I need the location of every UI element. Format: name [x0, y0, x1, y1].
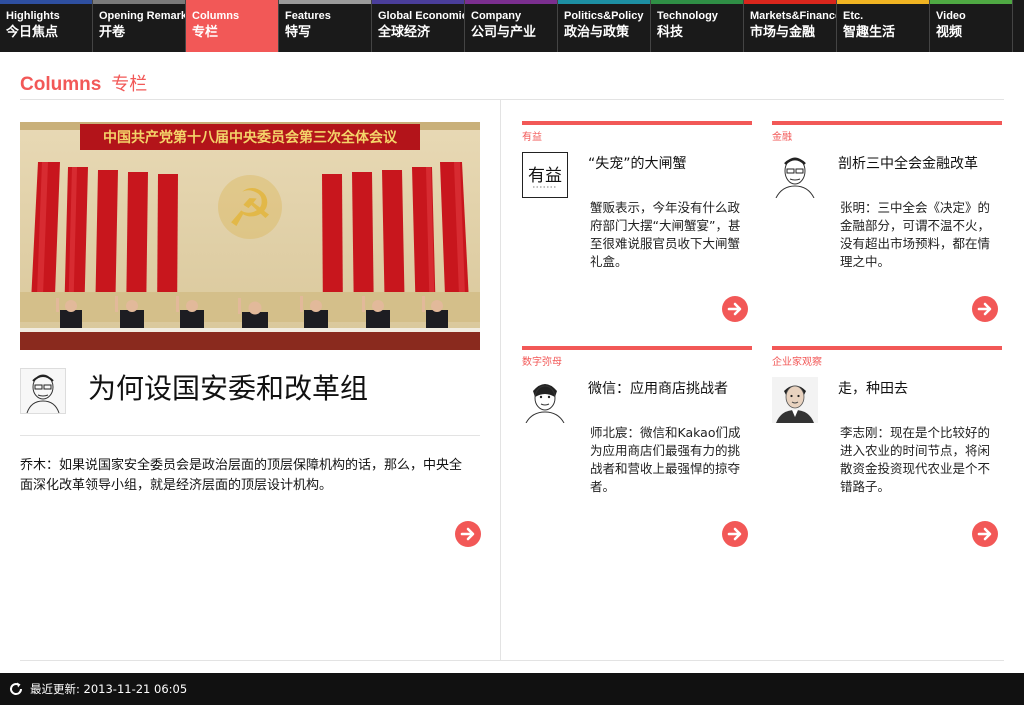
- card-accent-bar: [772, 346, 1002, 350]
- column-tag[interactable]: 企业家观察: [772, 353, 822, 368]
- arrow-right-icon: [727, 527, 742, 541]
- nav-tab-label-en: Video: [936, 10, 966, 22]
- refresh-icon[interactable]: [8, 681, 24, 697]
- nav-tab-color-bar: [0, 0, 92, 4]
- column-divider: [500, 100, 501, 660]
- nav-tab-color-bar: [744, 0, 836, 4]
- card-accent-bar: [522, 346, 752, 350]
- svg-text:☭: ☭: [227, 179, 274, 239]
- column-tag[interactable]: 有益: [522, 128, 542, 143]
- nav-tab[interactable]: Global Economics 全球经济: [372, 0, 465, 52]
- card-title[interactable]: 剖析三中全会金融改革: [838, 153, 978, 173]
- last-updated-text: 最近更新: 2013-11-21 06:05: [30, 682, 188, 696]
- column-card[interactable]: 企业家观察 走，种田去 李志刚：现在是个比较好的进入农业的时间节点，将闲散资金投…: [772, 346, 1002, 566]
- read-more-button[interactable]: [722, 521, 748, 547]
- nav-tab-color-bar: [279, 0, 371, 4]
- nav-tab[interactable]: Columns 专栏: [186, 0, 279, 52]
- nav-tab-label-en: Highlights: [6, 10, 60, 22]
- nav-tab-label-en: Global Economics: [378, 10, 464, 22]
- read-more-button[interactable]: [722, 296, 748, 322]
- arrow-right-icon: [977, 302, 992, 316]
- nav-tab-label-en: Columns: [192, 10, 240, 22]
- feature-headline[interactable]: 为何设国安委和改革组: [88, 367, 368, 407]
- nav-tab[interactable]: Company 公司与产业: [465, 0, 558, 52]
- nav-tab-label-zh: 全球经济: [378, 25, 431, 40]
- nav-tab-color-bar: [372, 0, 464, 4]
- read-more-button[interactable]: [455, 521, 481, 547]
- nav-tab[interactable]: Video 视频: [930, 0, 1013, 52]
- arrow-right-icon: [977, 527, 992, 541]
- feature-summary: 乔木：如果说国家安全委员会是政治层面的顶层保障机构的话，那么，中央全面深化改革领…: [20, 458, 463, 493]
- nav-tab-color-bar: [93, 0, 185, 4]
- nav-tab-label-zh: 政治与政策: [564, 25, 630, 40]
- nav-tab-label-zh: 今日焦点: [6, 25, 59, 40]
- nav-tab-label-zh: 视频: [936, 25, 963, 40]
- youyi-logo-icon: 有益: [522, 152, 568, 198]
- nav-tab-label-en: Technology: [657, 10, 718, 22]
- columnist-avatar: [522, 377, 568, 424]
- nav-tab-label-zh: 开卷: [99, 25, 126, 40]
- column-tag[interactable]: 数字弥母: [522, 353, 562, 368]
- section-nav: Highlights 今日焦点 Opening Remarks 开卷 Columns 专栏…: [0, 0, 1024, 52]
- nav-tab-label-en: Opening Remarks: [99, 10, 185, 22]
- card-accent-bar: [522, 121, 752, 125]
- column-card[interactable]: 金融 剖析三中全会金融改革 张明：三中全会《决定》的金融部分，可谓不温不火，没有…: [772, 121, 1002, 341]
- column-tag[interactable]: 金融: [772, 128, 792, 143]
- nav-tab-label-en: Markets&Finance: [750, 10, 836, 22]
- nav-tab-label-zh: 专栏: [192, 25, 219, 40]
- card-summary: 李志刚：现在是个比较好的进入农业的时间节点，将闲散资金投资现代农业是个不错路子。: [840, 425, 991, 494]
- nav-tab-label-en: Features: [285, 10, 331, 22]
- nav-tab[interactable]: Highlights 今日焦点: [0, 0, 93, 52]
- columnist-avatar: [20, 368, 66, 414]
- logo-text: 有益: [528, 166, 562, 186]
- nav-tab-color-bar: [558, 0, 650, 4]
- nav-tab-color-bar: [465, 0, 557, 4]
- nav-tab-label-zh: 科技: [657, 25, 684, 40]
- card-summary: 师北宸：微信和Kakao们成为应用商店们最强有力的挑战者和营收上最强悍的掠夺者。: [590, 425, 741, 494]
- nav-tab-label-en: Politics&Policy: [564, 10, 644, 22]
- nav-tab-color-bar: [837, 0, 929, 4]
- divider: [20, 435, 480, 436]
- arrow-right-icon: [727, 302, 742, 316]
- nav-tab-label-zh: 公司与产业: [471, 25, 537, 40]
- nav-tab-label-en: Etc.: [843, 10, 864, 22]
- nav-tab-label-zh: 特写: [285, 25, 312, 40]
- read-more-button[interactable]: [972, 296, 998, 322]
- status-bar: 最近更新: 2013-11-21 06:05: [0, 673, 1024, 705]
- columnist-avatar: [772, 152, 818, 199]
- nav-tab-label-zh: 智趣生活: [843, 25, 896, 40]
- read-more-button[interactable]: [972, 521, 998, 547]
- nav-tab[interactable]: Opening Remarks 开卷: [93, 0, 186, 52]
- nav-tab[interactable]: Features 特写: [279, 0, 372, 52]
- nav-tab-color-bar: [930, 0, 1012, 4]
- section-title-en: Columns: [20, 74, 102, 95]
- nav-tab[interactable]: Etc. 智趣生活: [837, 0, 930, 52]
- nav-tab[interactable]: Politics&Policy 政治与政策: [558, 0, 651, 52]
- section-header: Columns 专栏: [20, 70, 147, 96]
- feature-photo[interactable]: 中国共产党第十八届中央委员会第三次全体会议 ☭: [20, 122, 480, 350]
- nav-tab[interactable]: Markets&Finance 市场与金融: [744, 0, 837, 52]
- card-title[interactable]: 走，种田去: [838, 378, 908, 398]
- section-title-zh: 专栏: [111, 74, 148, 95]
- nav-tab[interactable]: Technology 科技: [651, 0, 744, 52]
- card-summary: 张明：三中全会《决定》的金融部分，可谓不温不火，没有超出市场预料，都在情理之中。: [840, 200, 991, 269]
- card-summary: 蟹贩表示，今年没有什么政府部门大摆“大闸蟹宴”，甚至很难说服官员收下大闸蟹礼盒。: [590, 200, 741, 269]
- arrow-right-icon: [460, 527, 475, 541]
- nav-tab-label-en: Company: [471, 10, 522, 22]
- columnist-avatar: [772, 377, 818, 423]
- card-title[interactable]: “失宠”的大闸蟹: [588, 153, 687, 173]
- card-title[interactable]: 微信：应用商店挑战者: [588, 378, 728, 398]
- column-card[interactable]: 数字弥母 微信：应用商店挑战者 师北宸：微信和Kakao们成为应用商店们最强有力…: [522, 346, 752, 566]
- divider: [20, 99, 1004, 100]
- card-accent-bar: [772, 121, 1002, 125]
- nav-tab-color-bar: [651, 0, 743, 4]
- photo-banner-text: 中国共产党第十八届中央委员会第三次全体会议: [103, 129, 398, 146]
- divider: [20, 660, 1004, 661]
- nav-tab-label-zh: 市场与金融: [750, 25, 816, 40]
- column-card[interactable]: 有益 有益 “失宠”的大闸蟹 蟹贩表示，今年没有什么政府部门大摆“大闸蟹宴”，甚…: [522, 121, 752, 341]
